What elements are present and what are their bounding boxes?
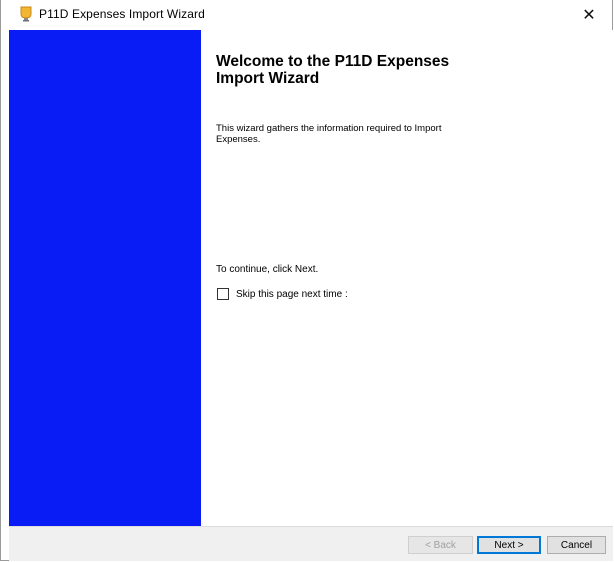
window-title: P11D Expenses Import Wizard (39, 7, 205, 21)
next-button[interactable]: Next > (477, 536, 541, 554)
skip-page-label[interactable]: Skip this page next time : (236, 289, 348, 300)
title-bar[interactable]: P11D Expenses Import Wizard ✕ (1, 0, 612, 30)
back-button[interactable]: < Back (408, 536, 473, 554)
wizard-content: Welcome to the P11D Expenses Import Wiza… (201, 30, 613, 526)
close-icon: ✕ (582, 7, 596, 24)
skip-page-option[interactable]: Skip this page next time : (217, 288, 348, 300)
wizard-side-banner (9, 30, 201, 526)
page-title: Welcome to the P11D Expenses Import Wiza… (216, 53, 450, 87)
close-button[interactable]: ✕ (566, 0, 612, 30)
wizard-app-icon (20, 6, 32, 22)
wizard-button-bar: < Back Next > Cancel (9, 526, 613, 561)
wizard-window: P11D Expenses Import Wizard ✕ Welcome to… (0, 0, 613, 561)
wizard-description: This wizard gathers the information requ… (216, 123, 442, 145)
cancel-button[interactable]: Cancel (547, 536, 606, 554)
continue-instruction: To continue, click Next. (216, 264, 319, 275)
skip-page-checkbox[interactable] (217, 288, 229, 300)
